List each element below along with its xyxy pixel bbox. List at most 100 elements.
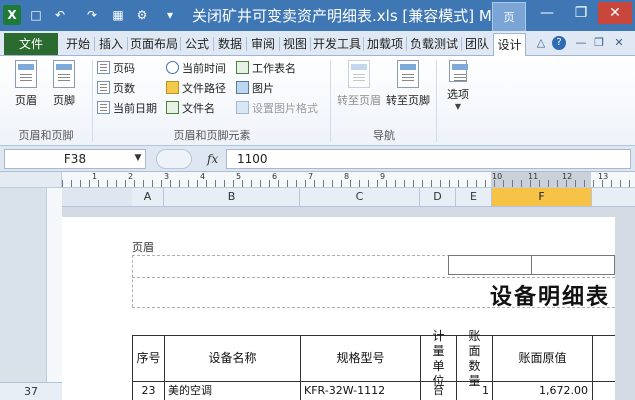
options-icon[interactable]: ⚙	[133, 5, 151, 25]
header-cell-unit[interactable]: 计量单位	[421, 329, 457, 388]
chevron-down-icon[interactable]: ▼	[131, 149, 145, 167]
group-label-header-footer: 页眉和页脚	[18, 129, 74, 142]
header-cell-model[interactable]: 规格型号	[301, 336, 421, 382]
ruler-number: 4	[200, 172, 206, 181]
picture-button[interactable]: 图片	[236, 79, 274, 98]
tab-page-layout[interactable]: 页面布局	[128, 33, 180, 55]
restore-workbook-icon[interactable]: ❐	[592, 36, 606, 50]
table-cell-unit[interactable]: 台	[421, 382, 457, 400]
header-cell-name[interactable]: 设备名称	[165, 336, 301, 382]
sheet-icon	[236, 61, 249, 74]
formula-toggle[interactable]	[156, 149, 192, 169]
column-header-d[interactable]: D	[420, 188, 456, 206]
customize-icon[interactable]: ▾	[161, 5, 179, 25]
table-cell-index[interactable]: 23	[133, 382, 165, 400]
header-cell-qty[interactable]: 账面数量	[457, 329, 493, 388]
file-path-button[interactable]: 文件路径	[166, 79, 226, 98]
excel-logo-icon[interactable]: X	[3, 5, 21, 25]
column-header-b[interactable]: B	[164, 188, 300, 206]
tab-insert[interactable]: 插入	[95, 33, 127, 55]
column-header-margin	[62, 188, 132, 207]
calendar-icon	[97, 101, 110, 114]
header-cell-index[interactable]: 序号	[133, 336, 165, 382]
ribbon-tab-row: 文件 开始 插入 页面布局 公式 数据 审阅 视图 开发工具 加载项 负载测试 …	[0, 31, 635, 56]
tab-add-ins[interactable]: 加载项	[364, 33, 406, 55]
name-box[interactable]: F38	[4, 149, 146, 169]
header-cell-value[interactable]: 账面原值	[493, 336, 593, 382]
table-cell-qty[interactable]: 1	[457, 382, 493, 400]
tab-design[interactable]: 设计	[493, 33, 526, 56]
column-header-c[interactable]: C	[300, 188, 420, 206]
document-title: 设备明细表	[490, 285, 611, 310]
goto-footer-button[interactable]: 转至页脚	[384, 60, 432, 118]
formula-input[interactable]: 1100	[226, 149, 631, 169]
help-icon[interactable]: ?	[552, 36, 566, 50]
page-count-icon	[97, 81, 110, 94]
sheet-name-button[interactable]: 工作表名	[236, 59, 296, 78]
options-button[interactable]: 选项 ▼	[440, 60, 476, 118]
file-name-button[interactable]: 文件名	[166, 99, 215, 118]
merged-cell[interactable]	[448, 255, 532, 275]
format-picture-button[interactable]: 设置图片格式	[236, 99, 318, 118]
tab-file[interactable]: 文件	[4, 33, 58, 55]
goto-header-icon	[348, 60, 370, 88]
redo-icon[interactable]: ↷	[83, 5, 101, 25]
tab-load-test[interactable]: 负载测试	[407, 33, 461, 55]
tab-developer[interactable]: 开发工具	[311, 33, 363, 55]
minimize-workbook-icon[interactable]: —	[574, 36, 588, 50]
workspace-gutter	[615, 207, 635, 400]
goto-header-button[interactable]: 转至页眉	[335, 60, 383, 118]
undo-icon[interactable]: ↶	[51, 5, 69, 25]
merged-cell[interactable]	[531, 255, 615, 275]
close-icon[interactable]: ✕	[598, 2, 632, 24]
ruler-number: 13	[598, 172, 609, 181]
column-headers: A B C D E F	[132, 188, 635, 207]
ruler-number: 12	[562, 172, 573, 181]
tab-data[interactable]: 数据	[214, 33, 246, 55]
save-icon[interactable]: □	[27, 5, 45, 25]
options-icon	[449, 60, 468, 82]
tab-home[interactable]: 开始	[62, 33, 94, 55]
table-cell-model[interactable]: KFR-32W-1112	[301, 382, 421, 400]
footer-button[interactable]: 页脚	[42, 60, 86, 118]
current-time-button[interactable]: 当前时间	[166, 59, 226, 78]
folder-icon	[166, 81, 179, 94]
ruler-number: 9	[380, 172, 386, 181]
tab-team[interactable]: 团队	[462, 33, 492, 55]
column-header-e[interactable]: E	[456, 188, 492, 206]
tab-formulas[interactable]: 公式	[181, 33, 213, 55]
page-number-button[interactable]: 页码	[97, 59, 135, 78]
ruler-corner	[0, 172, 62, 188]
ruler-number: 2	[128, 172, 134, 181]
minimize-icon[interactable]: —	[530, 2, 564, 24]
ruler-number: 3	[164, 172, 170, 181]
window-title: 关闭矿井可变卖资产明细表.xls [兼容模式] M	[192, 7, 492, 25]
insert-function-icon[interactable]: fx	[207, 149, 218, 169]
ruler-number: 8	[344, 172, 350, 181]
footer-icon	[53, 60, 75, 88]
table-cell-name[interactable]: 美的空调	[165, 382, 301, 400]
row-header[interactable]: 37	[0, 382, 62, 400]
header-cell-extra[interactable]	[593, 336, 616, 382]
current-date-button[interactable]: 当前日期	[97, 99, 157, 118]
context-tab-header-footer[interactable]: 页眉...	[492, 2, 526, 54]
page-layout-workspace: 页眉 设备明细表 序号 设备名称 规格型号 计量单位 账面数量 账面原值 23 …	[62, 207, 635, 400]
workbook-icon	[166, 101, 179, 114]
group-label-navigation: 导航	[373, 129, 395, 142]
ruler-number: 10	[492, 172, 503, 181]
tab-review[interactable]: 审阅	[247, 33, 279, 55]
goto-footer-icon	[397, 60, 419, 88]
column-header-a[interactable]: A	[132, 188, 164, 206]
horizontal-ruler[interactable]: 1 2 3 4 5 6 7 8 9 10 11 12 13	[62, 172, 635, 188]
formula-bar: F38 ▼ fx 1100	[0, 146, 635, 172]
header-area-label[interactable]: 页眉	[132, 239, 154, 255]
table-cell-value[interactable]: 1,672.00	[493, 382, 593, 400]
collapse-ribbon-icon[interactable]: △	[534, 36, 548, 50]
page-count-button[interactable]: 页数	[97, 79, 135, 98]
column-header-f[interactable]: F	[492, 188, 592, 206]
close-workbook-icon[interactable]: ✕	[612, 36, 626, 50]
tab-view[interactable]: 视图	[280, 33, 310, 55]
vertical-ruler-strip[interactable]	[46, 188, 62, 400]
table-icon[interactable]: ▦	[109, 5, 127, 25]
restore-icon[interactable]: ❐	[564, 2, 598, 24]
